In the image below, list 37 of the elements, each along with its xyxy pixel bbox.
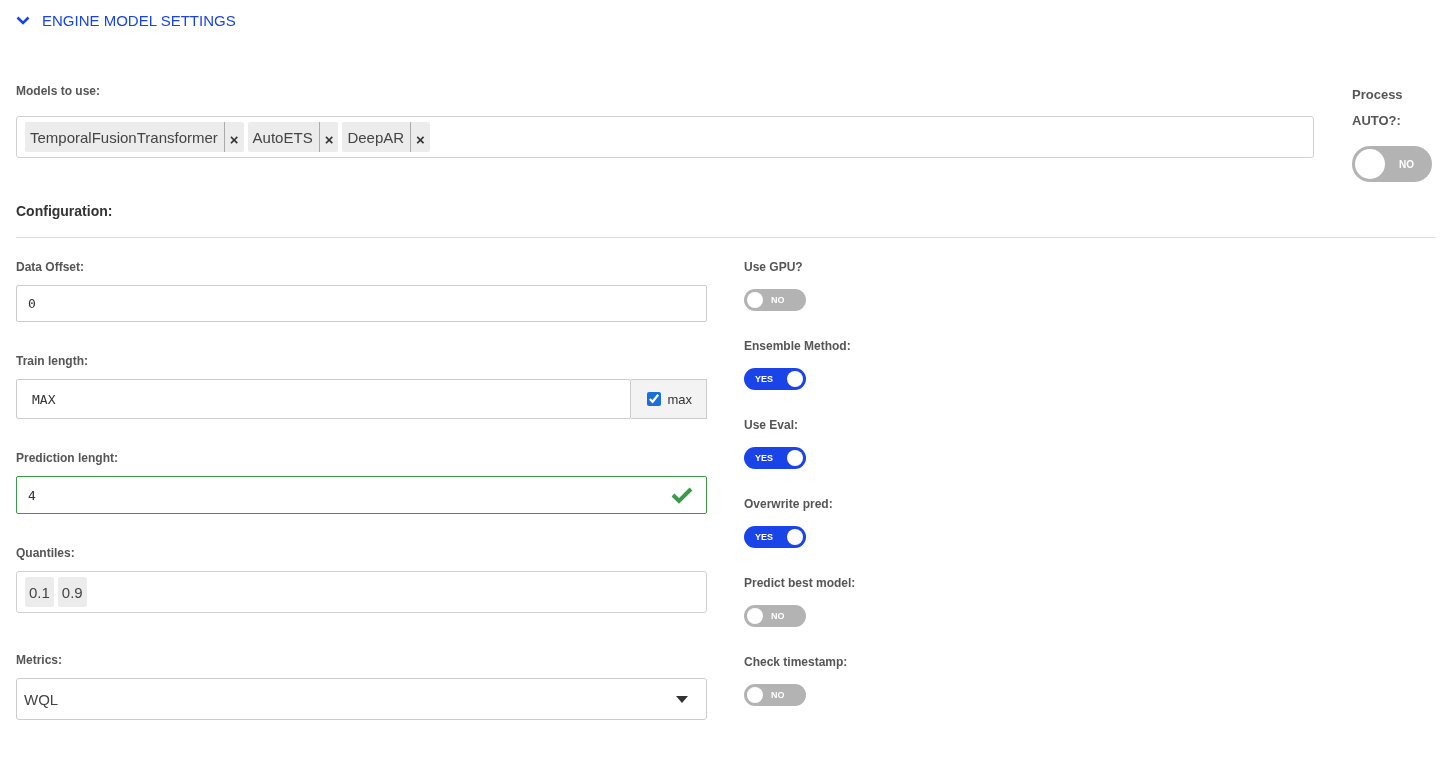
model-tag: DeepAR × <box>342 122 430 152</box>
field-label: Process AUTO?: <box>1352 86 1404 130</box>
tags-input[interactable]: 0.1 0.9 <box>16 571 707 613</box>
model-tag: TemporalFusionTransformer × <box>25 122 244 152</box>
caret-icon <box>676 695 688 703</box>
checkbox[interactable] <box>647 392 662 406</box>
metrics-select[interactable]: WQL <box>16 678 707 720</box>
field-label: Prediction lenght: <box>16 451 119 466</box>
remove-button[interactable]: × <box>319 130 339 148</box>
section-header[interactable]: ENGINE MODEL SETTINGS <box>16 10 236 30</box>
section-title: Configuration: <box>16 204 114 219</box>
toggle-switch[interactable]: YES <box>744 368 806 390</box>
toggle-label: Check timestamp: <box>744 655 849 670</box>
max-checkbox[interactable]: max <box>631 379 707 419</box>
toggle-switch[interactable]: YES <box>744 447 806 469</box>
field-label: Metrics: <box>16 653 63 668</box>
quantile-tag: 0.9 <box>57 577 87 607</box>
toggle-switch[interactable]: YES <box>744 526 806 548</box>
field-label: Quantiles: <box>16 546 76 561</box>
toggle-label: Use Eval: <box>744 418 800 433</box>
remove-button[interactable]: × <box>411 130 430 148</box>
check-icon <box>671 486 693 504</box>
field-label: Data Offset: <box>16 260 85 275</box>
text-input[interactable]: 0 <box>16 285 707 322</box>
quantile-tag: 0.1 <box>25 577 54 607</box>
remove-button[interactable]: × <box>224 130 244 148</box>
toggle-label: Predict best model: <box>744 576 856 591</box>
chevron-icon <box>16 15 30 25</box>
toggle-label: Ensemble Method: <box>744 339 852 354</box>
toggle-label: Overwrite pred: <box>744 497 834 512</box>
text-input[interactable]: MAX <box>16 379 632 419</box>
field-label: Models to use: <box>16 84 101 99</box>
model-tag: AutoETS × <box>247 122 339 152</box>
field-label: Train length: <box>16 354 89 369</box>
text-input[interactable]: 4 <box>16 476 707 514</box>
toggle-label: Use GPU? <box>744 260 804 275</box>
models-tags-input[interactable]: TemporalFusionTransformer × AutoETS × DeepAR × <box>16 116 1314 158</box>
